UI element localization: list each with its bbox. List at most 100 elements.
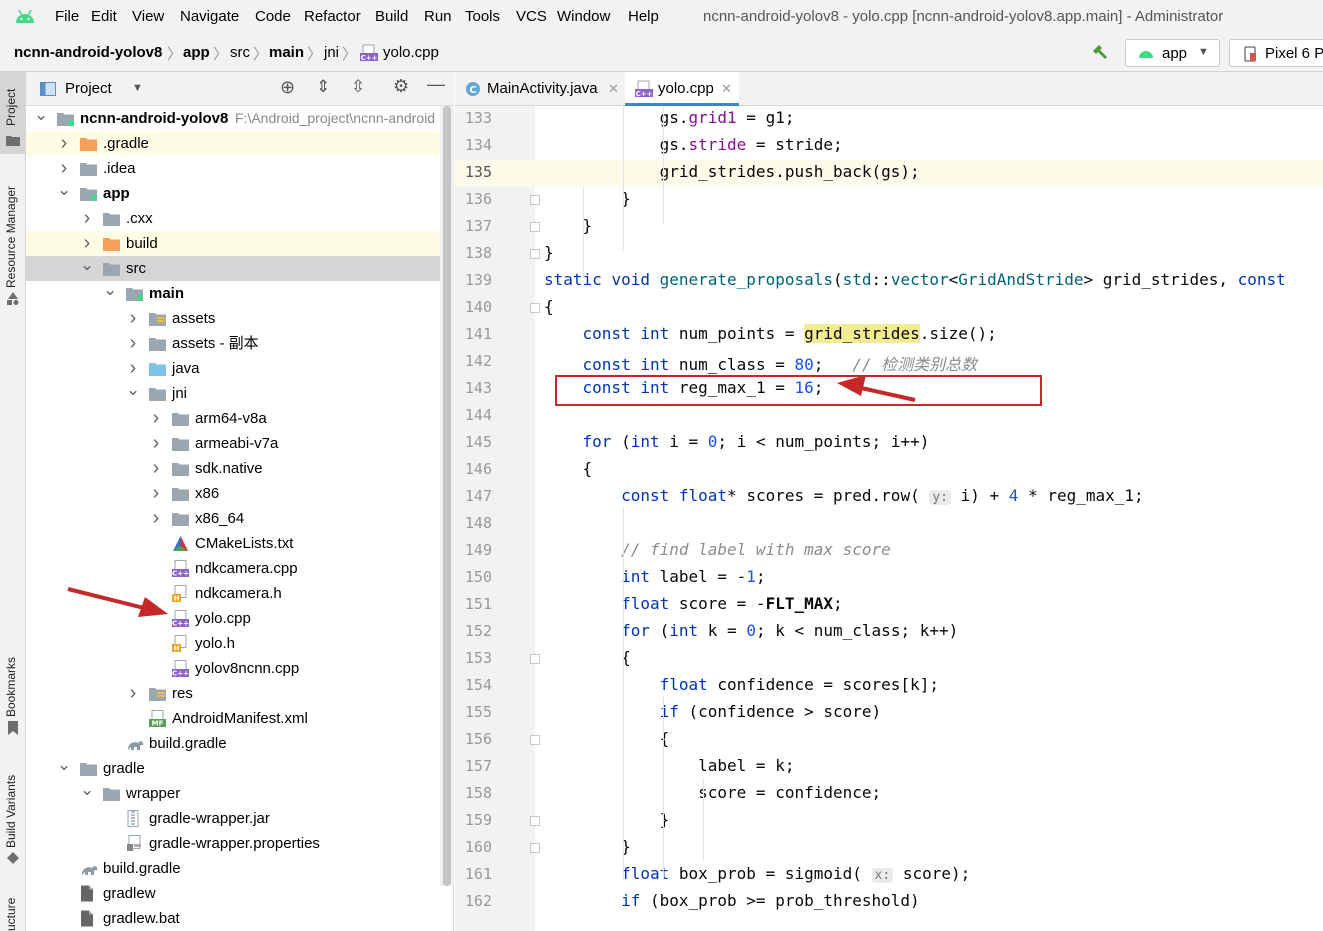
code-line[interactable]: grid_strides.push_back(gs); bbox=[544, 162, 920, 181]
chevron-right-icon[interactable]: › bbox=[126, 356, 140, 381]
code-line[interactable]: } bbox=[544, 837, 631, 856]
tree-item[interactable]: › x86_64 bbox=[26, 506, 453, 531]
gear-icon[interactable]: ⚙ bbox=[393, 76, 409, 97]
chevron-right-icon[interactable]: › bbox=[80, 206, 94, 231]
tree-item[interactable]: › sdk.native bbox=[26, 456, 453, 481]
code-line[interactable]: { bbox=[544, 648, 631, 667]
code-line[interactable]: for (int k = 0; k < num_class; k++) bbox=[544, 621, 958, 640]
chevron-down-icon[interactable]: ⌄ bbox=[80, 256, 94, 273]
tree-item[interactable]: C++ yolov8ncnn.cpp bbox=[26, 656, 453, 681]
fold-marker-icon[interactable] bbox=[530, 816, 540, 826]
code-line[interactable]: float score = -FLT_MAX; bbox=[544, 594, 843, 613]
menu-edit[interactable]: Edit bbox=[91, 8, 117, 25]
tree-item[interactable]: › .cxx bbox=[26, 206, 453, 231]
code-line[interactable]: { bbox=[544, 459, 593, 478]
code-line[interactable]: gs.grid1 = g1; bbox=[544, 108, 795, 127]
menu-build[interactable]: Build bbox=[375, 8, 408, 25]
chevron-right-icon[interactable]: › bbox=[149, 456, 163, 481]
tab-project[interactable]: Project bbox=[1, 78, 25, 154]
code-line[interactable]: static void generate_proposals(std::vect… bbox=[544, 270, 1286, 289]
breadcrumb-file[interactable]: yolo.cpp bbox=[383, 44, 439, 61]
code-line[interactable]: { bbox=[544, 729, 670, 748]
menu-tools[interactable]: Tools bbox=[465, 8, 500, 25]
code-line[interactable]: label = k; bbox=[544, 756, 794, 775]
tab-yolo-cpp[interactable]: C++ yolo.cpp ✕ bbox=[625, 72, 739, 106]
fold-marker-icon[interactable] bbox=[530, 195, 540, 205]
tree-item[interactable]: gradle-wrapper.properties bbox=[26, 831, 453, 856]
tree-item[interactable]: › .gradle bbox=[26, 131, 453, 156]
chevron-down-icon[interactable]: ⌄ bbox=[126, 381, 140, 398]
tree-item[interactable]: › res bbox=[26, 681, 453, 706]
tree-item[interactable]: › armeabi-v7a bbox=[26, 431, 453, 456]
code-line[interactable]: if (box_prob >= prob_threshold) bbox=[544, 891, 920, 910]
project-panel-title[interactable]: Project bbox=[65, 80, 112, 97]
menu-window[interactable]: Window bbox=[557, 8, 610, 25]
tree-scrollbar-thumb[interactable] bbox=[443, 106, 451, 886]
tree-item[interactable]: ⌄ gradle bbox=[26, 756, 453, 781]
fold-marker-icon[interactable] bbox=[530, 654, 540, 664]
breadcrumb-app[interactable]: app bbox=[183, 44, 210, 61]
menu-file[interactable]: File bbox=[55, 8, 79, 25]
tree-item[interactable]: ⌄ main bbox=[26, 281, 453, 306]
code-line[interactable]: gs.stride = stride; bbox=[544, 135, 843, 154]
fold-marker-icon[interactable] bbox=[530, 222, 540, 232]
tab-resource-manager[interactable]: Resource Manager bbox=[1, 172, 25, 312]
tab-mainactivity[interactable]: C MainActivity.java ✕ bbox=[455, 72, 625, 106]
tree-item[interactable]: MF AndroidManifest.xml bbox=[26, 706, 453, 731]
chevron-down-icon[interactable]: ⌄ bbox=[57, 756, 71, 773]
tree-item[interactable]: › java bbox=[26, 356, 453, 381]
menu-view[interactable]: View bbox=[132, 8, 164, 25]
close-icon[interactable]: ✕ bbox=[721, 72, 732, 106]
chevron-right-icon[interactable]: › bbox=[57, 156, 71, 181]
device-dropdown[interactable]: Pixel 6 P bbox=[1229, 39, 1323, 67]
run-config-dropdown[interactable]: app ▼ bbox=[1125, 39, 1220, 67]
tree-item[interactable]: ⌄ src bbox=[26, 256, 453, 281]
tree-item[interactable]: gradle-wrapper.jar bbox=[26, 806, 453, 831]
tree-item[interactable]: build.gradle bbox=[26, 856, 453, 881]
chevron-right-icon[interactable]: › bbox=[149, 406, 163, 431]
code-line[interactable]: float confidence = scores[k]; bbox=[544, 675, 939, 694]
chevron-right-icon[interactable]: › bbox=[57, 131, 71, 156]
code-line[interactable]: for (int i = 0; i < num_points; i++) bbox=[544, 432, 930, 451]
hammer-build-icon[interactable] bbox=[1090, 43, 1110, 63]
code-line[interactable]: const int num_points = grid_strides.size… bbox=[544, 324, 997, 343]
tree-item[interactable]: build.gradle bbox=[26, 731, 453, 756]
tree-item[interactable]: › x86 bbox=[26, 481, 453, 506]
locate-icon[interactable]: ⊕ bbox=[280, 77, 295, 98]
collapse-all-icon[interactable]: ⇳ bbox=[351, 77, 365, 97]
code-line[interactable]: float box_prob = sigmoid( x: score); bbox=[544, 864, 970, 883]
code-line[interactable]: score = confidence; bbox=[544, 783, 881, 802]
tree-item[interactable]: ⌄ wrapper bbox=[26, 781, 453, 806]
menu-vcs[interactable]: VCS bbox=[516, 8, 547, 25]
code-line[interactable]: // find label with max score bbox=[544, 540, 891, 559]
tree-root[interactable]: ⌄ ncnn-android-yolov8 F:\Android_project\n… bbox=[26, 106, 453, 131]
breadcrumb-jni[interactable]: jni bbox=[324, 44, 339, 61]
menu-run[interactable]: Run bbox=[424, 8, 452, 25]
expand-all-icon[interactable]: ⇕ bbox=[316, 77, 330, 97]
menu-help[interactable]: Help bbox=[628, 8, 659, 25]
tree-item[interactable]: › build bbox=[26, 231, 453, 256]
tree-item[interactable]: C++ yolo.cpp bbox=[26, 606, 453, 631]
fold-marker-icon[interactable] bbox=[530, 735, 540, 745]
code-line[interactable]: { bbox=[544, 297, 554, 316]
breadcrumb-src[interactable]: src bbox=[230, 44, 250, 61]
breadcrumb-project[interactable]: ncnn-android-yolov8 bbox=[14, 44, 162, 61]
code-line[interactable]: const int num_class = 80; // 检测类别总数 bbox=[544, 351, 978, 375]
tree-item[interactable]: › assets bbox=[26, 306, 453, 331]
tree-item[interactable]: Hndkcamera.h bbox=[26, 581, 453, 606]
chevron-down-icon[interactable]: ▼ bbox=[132, 82, 143, 94]
chevron-right-icon[interactable]: › bbox=[80, 231, 94, 256]
chevron-right-icon[interactable]: › bbox=[149, 506, 163, 531]
tree-item[interactable]: gradlew bbox=[26, 881, 453, 906]
tree-item[interactable]: CMakeLists.txt bbox=[26, 531, 453, 556]
tree-item[interactable]: C++ ndkcamera.cpp bbox=[26, 556, 453, 581]
chevron-down-icon[interactable]: ⌄ bbox=[34, 106, 48, 123]
tab-build-variants[interactable]: Build Variants bbox=[1, 762, 25, 872]
close-icon[interactable]: ✕ bbox=[608, 72, 619, 106]
tree-item[interactable]: › assets - 副本 bbox=[26, 331, 453, 356]
chevron-right-icon[interactable]: › bbox=[126, 681, 140, 706]
fold-marker-icon[interactable] bbox=[530, 249, 540, 259]
tab-bookmarks[interactable]: Bookmarks bbox=[1, 647, 25, 737]
fold-marker-icon[interactable] bbox=[530, 303, 540, 313]
code-line[interactable]: const float* scores = pred.row( y: i) + … bbox=[544, 486, 1144, 505]
